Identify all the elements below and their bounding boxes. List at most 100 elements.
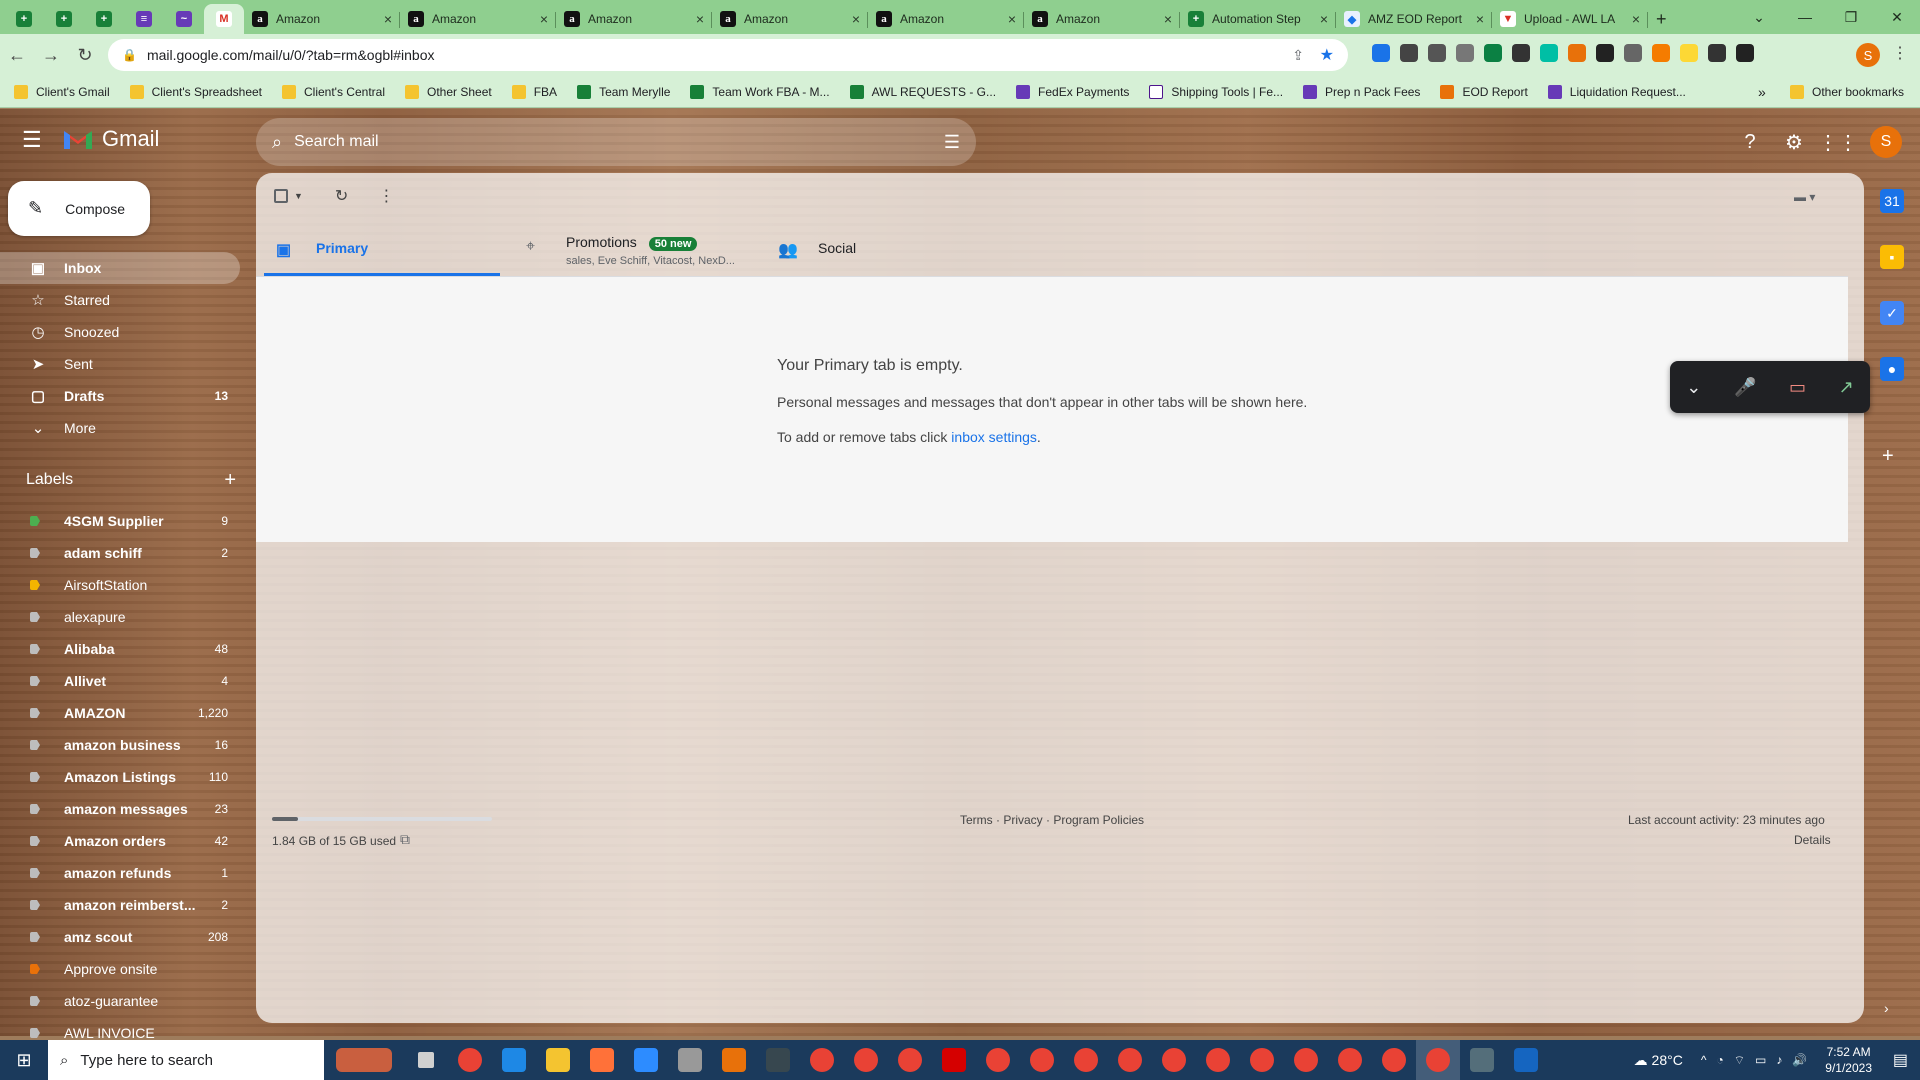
bookmark-item[interactable]: Other Sheet [405, 84, 492, 99]
firefox-icon[interactable] [580, 1040, 624, 1080]
footer-links[interactable]: Terms · Privacy · Program Policies [960, 813, 1144, 827]
calculator-icon[interactable] [1460, 1040, 1504, 1080]
close-window-icon[interactable]: ✕ [1874, 0, 1920, 34]
browser-tab[interactable]: ▼ Upload - AWL LA × [1492, 4, 1648, 34]
gmail-logo[interactable]: Gmail [62, 126, 159, 152]
label-item[interactable]: Amazon orders 42 [0, 825, 240, 857]
bookmark-item[interactable]: Shipping Tools | Fe... [1149, 84, 1283, 99]
close-tab-icon[interactable]: × [540, 11, 548, 27]
bookmark-item[interactable]: Client's Gmail [14, 84, 110, 99]
weather-icon[interactable]: ☁ 28°C [1634, 1052, 1683, 1069]
bookmarks-overflow-button[interactable]: » [1758, 84, 1766, 100]
label-item[interactable]: Amazon Listings 110 [0, 761, 240, 793]
compose-button[interactable]: ✎ Compose [8, 181, 150, 236]
restore-icon[interactable]: ❐ [1828, 0, 1874, 34]
label-item[interactable]: 4SGM Supplier 9 [0, 505, 240, 537]
wps-icon[interactable] [932, 1040, 976, 1080]
bookmark-item[interactable]: EOD Report [1440, 84, 1528, 99]
windows-start-icon[interactable]: ⊞ [0, 1040, 48, 1080]
open-in-new-icon[interactable]: ↗ [1839, 377, 1854, 398]
close-tab-icon[interactable]: × [1476, 11, 1484, 27]
tasks-icon[interactable]: ✓ [1880, 301, 1904, 325]
input-tools-icon[interactable]: ▬ ▾ [1794, 190, 1815, 204]
label-item[interactable]: Allivet 4 [0, 665, 240, 697]
label-item[interactable]: Approve onsite [0, 953, 240, 985]
bookmark-item[interactable]: Prep n Pack Fees [1303, 84, 1420, 99]
mic-off-icon[interactable]: 🎤 [1734, 377, 1756, 398]
close-tab-icon[interactable]: × [1320, 11, 1328, 27]
browser-tab[interactable]: + Automation Step × [1180, 4, 1336, 34]
chrome-icon[interactable] [1416, 1040, 1460, 1080]
chrome-icon[interactable] [1108, 1040, 1152, 1080]
chrome-icon[interactable] [976, 1040, 1020, 1080]
bookmark-item[interactable]: Client's Central [282, 84, 385, 99]
chrome-icon[interactable] [1152, 1040, 1196, 1080]
browser-tab[interactable]: M [204, 4, 244, 34]
search-options-icon[interactable]: ☰ [944, 132, 960, 153]
tray-chevron-icon[interactable]: ^ [1701, 1053, 1707, 1067]
label-item[interactable]: amazon business 16 [0, 729, 240, 761]
notifications-icon[interactable]: ▤ [1893, 1050, 1908, 1070]
label-item[interactable]: amazon refunds 1 [0, 857, 240, 889]
back-button[interactable]: ← [0, 38, 34, 72]
browser-menu-icon[interactable]: ⋮ [1892, 43, 1908, 63]
label-item[interactable]: Alibaba 48 [0, 633, 240, 665]
main-menu-icon[interactable]: ☰ [22, 128, 50, 152]
bookmark-item[interactable]: FBA [511, 84, 557, 99]
chrome-icon[interactable] [1064, 1040, 1108, 1080]
r-app-icon[interactable] [1504, 1040, 1548, 1080]
help-icon[interactable]: ? [1736, 128, 1764, 156]
address-bar[interactable]: 🔒 mail.google.com/mail/u/0/?tab=rm&ogbl#… [108, 39, 1348, 71]
browser-tab[interactable]: a Amazon × [244, 4, 400, 34]
close-tab-icon[interactable]: × [696, 11, 704, 27]
chrome-icon[interactable] [1372, 1040, 1416, 1080]
tab-social[interactable]: 👥 Social [766, 222, 1002, 276]
file-explorer-icon[interactable] [536, 1040, 580, 1080]
bookmark-item[interactable]: FedEx Payments [1016, 84, 1129, 99]
mic-icon[interactable]: ♪ [1776, 1053, 1782, 1067]
collapse-chevron-icon[interactable]: ⌄ [1686, 377, 1701, 398]
forward-button[interactable]: → [34, 38, 68, 72]
extension-icon[interactable] [1400, 44, 1418, 62]
share-icon[interactable]: ⇪ [1292, 47, 1304, 64]
extension-icon[interactable] [1624, 44, 1642, 62]
network-icon[interactable]: ◔ [1716, 1053, 1723, 1067]
wifi-icon[interactable]: ⌔ [1734, 1053, 1745, 1068]
bookmark-star-icon[interactable]: ★ [1320, 45, 1334, 65]
reload-button[interactable]: ↻ [68, 38, 102, 72]
close-tab-icon[interactable]: × [1632, 11, 1640, 27]
chrome-icon[interactable] [1196, 1040, 1240, 1080]
chrome-icon[interactable] [800, 1040, 844, 1080]
browser-tab[interactable]: a Amazon × [556, 4, 712, 34]
browser-tab[interactable]: + [84, 4, 124, 34]
search-bar[interactable]: ⌕ Search mail ☰ [256, 118, 976, 166]
bookmark-item[interactable]: Team Work FBA - M... [690, 84, 830, 99]
refresh-icon[interactable]: ↻ [335, 186, 348, 206]
app-icon[interactable] [668, 1040, 712, 1080]
label-item[interactable]: alexapure [0, 601, 240, 633]
hide-side-panel-icon[interactable]: › [1884, 1000, 1889, 1016]
add-label-icon[interactable]: + [224, 469, 236, 492]
chrome-icon[interactable] [1284, 1040, 1328, 1080]
extension-icon[interactable] [1512, 44, 1530, 62]
puzzle-icon[interactable] [1708, 44, 1726, 62]
close-tab-icon[interactable]: × [852, 11, 860, 27]
zoom-icon[interactable] [624, 1040, 668, 1080]
settings-gear-icon[interactable]: ⚙ [1780, 128, 1808, 156]
calendar-icon[interactable]: 31 [1880, 189, 1904, 213]
mail-icon[interactable] [492, 1040, 536, 1080]
tab-primary[interactable]: ▣ Primary [264, 222, 500, 276]
label-item[interactable]: AirsoftStation [0, 569, 240, 601]
search-icon[interactable]: ⌕ [272, 132, 282, 153]
chrome-icon[interactable] [448, 1040, 492, 1080]
bookmark-item[interactable]: Client's Spreadsheet [129, 84, 262, 99]
tab-promotions[interactable]: ⌖ Promotions 50 new sales, Eve Schiff, V… [514, 222, 750, 276]
extension-icon[interactable] [1456, 44, 1474, 62]
label-item[interactable]: atoz-guarantee [0, 985, 240, 1017]
label-item[interactable]: amazon messages 23 [0, 793, 240, 825]
battery-icon[interactable]: ▭ [1755, 1053, 1766, 1067]
close-tab-icon[interactable]: × [1164, 11, 1172, 27]
other-bookmarks-folder[interactable]: Other bookmarks [1790, 84, 1904, 99]
new-tab-button[interactable]: + [1648, 4, 1675, 34]
nav-item-sent[interactable]: ➤ Sent [0, 348, 240, 380]
